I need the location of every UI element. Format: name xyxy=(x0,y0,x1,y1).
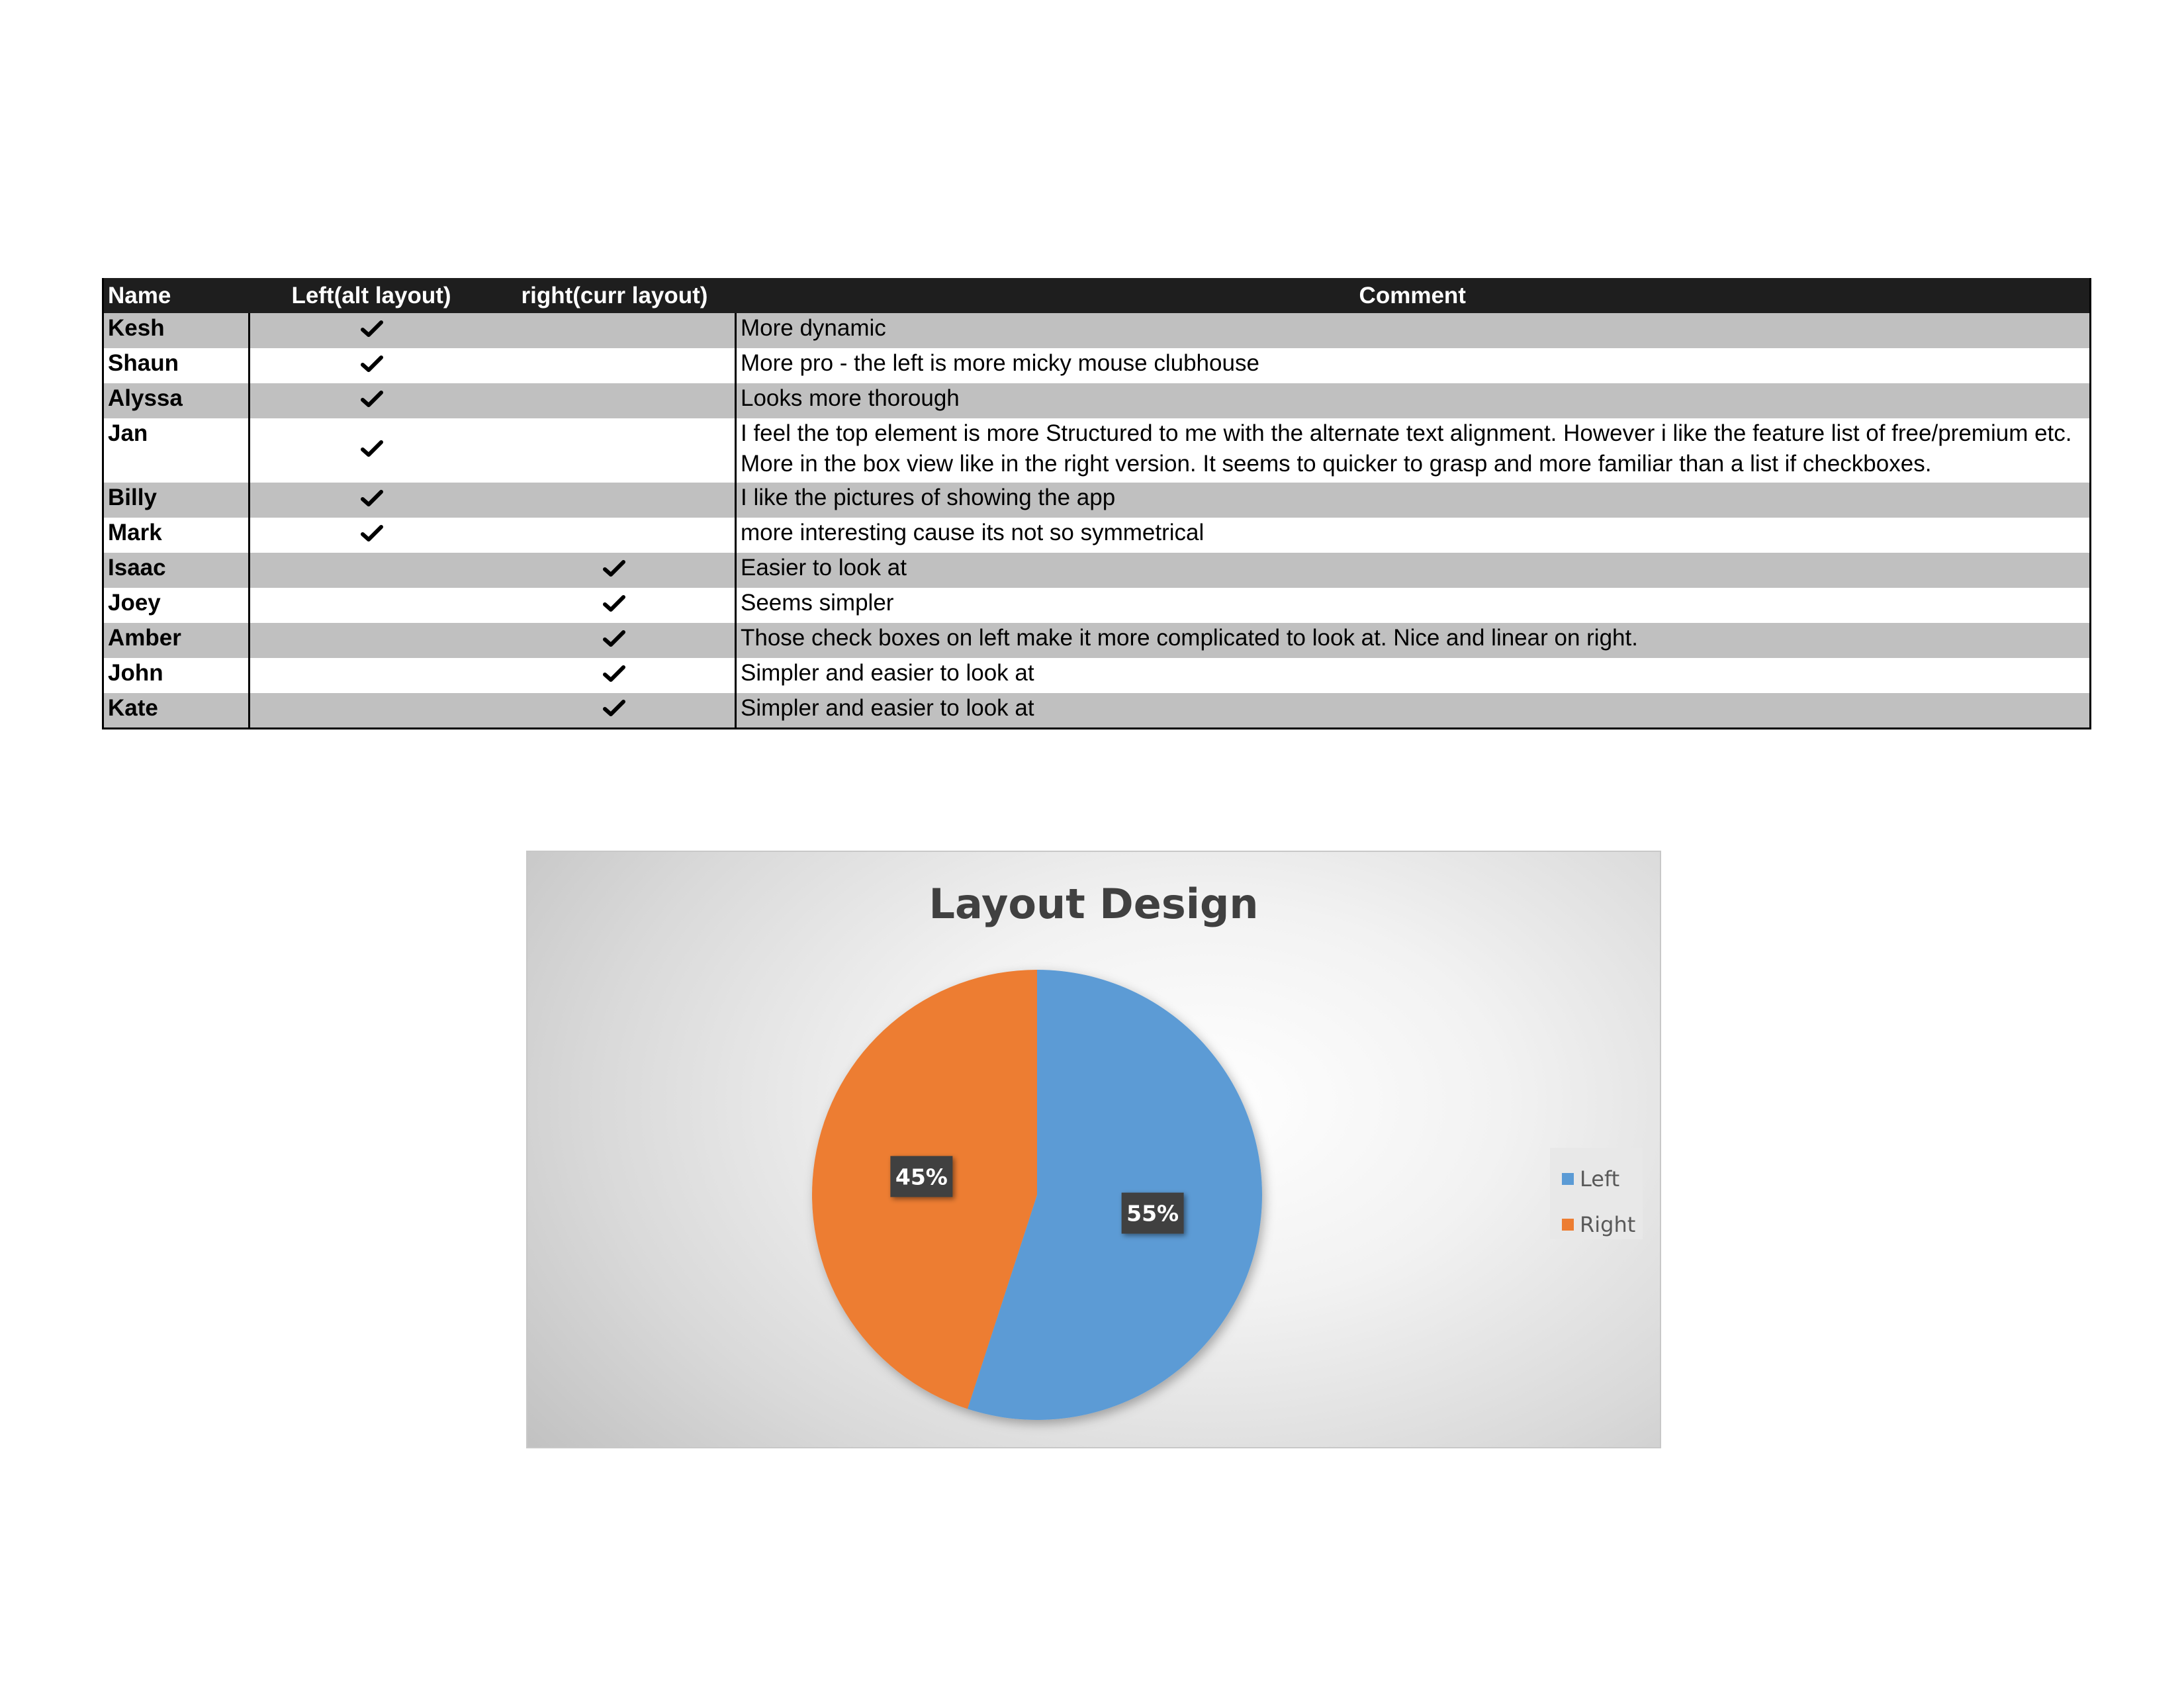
checkmark-icon xyxy=(602,700,625,717)
header-name: Name xyxy=(108,282,171,308)
pie-svg: 55% 45% xyxy=(812,970,1262,1420)
comment-cell: Simpler and easier to look at xyxy=(741,695,1034,721)
right-layout-vote xyxy=(493,518,737,553)
left-layout-vote xyxy=(250,418,494,483)
table-row: Kate Simpler and easier to look at xyxy=(103,693,2091,728)
table-row: Kesh More dynamic xyxy=(103,313,2091,348)
left-layout-vote xyxy=(250,588,494,623)
respondent-name: Mark xyxy=(103,518,250,553)
pie-chart: Layout Design 55% 45% Left Right xyxy=(526,851,1661,1448)
right-layout-vote xyxy=(493,483,737,518)
data-label-right: 45% xyxy=(890,1156,953,1197)
checkmark-icon xyxy=(602,560,625,577)
table-row: John Simpler and easier to look at xyxy=(103,658,2091,693)
checkmark-icon xyxy=(360,355,383,372)
right-layout-vote xyxy=(493,623,737,658)
comment-cell: More pro - the left is more micky mouse … xyxy=(741,350,1259,376)
comment-cell: Simpler and easier to look at xyxy=(741,660,1034,686)
table-body: Kesh More dynamic Shaun More pro - the left… xyxy=(103,313,2091,728)
respondent-name: Alyssa xyxy=(103,383,250,418)
respondent-name: Shaun xyxy=(103,348,250,383)
comment-cell: Seems simpler xyxy=(741,590,894,616)
respondent-name: Joey xyxy=(103,588,250,623)
comment-cell: I feel the top element is more Structure… xyxy=(741,420,2072,477)
legend-item-right: Right xyxy=(1562,1212,1635,1237)
comment-cell: Easier to look at xyxy=(741,555,907,581)
respondent-name: Amber xyxy=(103,623,250,658)
checkmark-icon xyxy=(360,440,383,457)
right-layout-vote xyxy=(493,313,737,348)
checkmark-icon xyxy=(602,630,625,647)
right-layout-vote xyxy=(493,348,737,383)
respondent-name: Kate xyxy=(103,693,250,728)
left-layout-vote xyxy=(250,483,494,518)
table-row: Amber Those check boxes on left make it m… xyxy=(103,623,2091,658)
respondent-name: Jan xyxy=(103,418,250,483)
table-row: Isaac Easier to look at xyxy=(103,553,2091,588)
right-layout-vote xyxy=(493,588,737,623)
left-layout-vote xyxy=(250,383,494,418)
svg-text:45%: 45% xyxy=(895,1164,948,1190)
comment-cell: more interesting cause its not so symmet… xyxy=(741,520,1205,545)
respondent-name: Isaac xyxy=(103,553,250,588)
table-row: Joey Seems simpler xyxy=(103,588,2091,623)
legend-label: Left xyxy=(1580,1166,1620,1192)
checkmark-icon xyxy=(602,595,625,612)
right-layout-vote xyxy=(493,693,737,728)
comment-cell: I like the pictures of showing the app xyxy=(741,485,1116,510)
checkmark-icon xyxy=(602,665,625,682)
svg-text:55%: 55% xyxy=(1126,1201,1179,1227)
respondent-name: John xyxy=(103,658,250,693)
checkmark-icon xyxy=(360,391,383,407)
legend-label: Right xyxy=(1580,1212,1636,1237)
right-layout-vote xyxy=(493,553,737,588)
respondent-name: Kesh xyxy=(103,313,250,348)
legend-swatch xyxy=(1562,1173,1574,1185)
table-row: Billy I like the pictures of showing the … xyxy=(103,483,2091,518)
comment-cell: More dynamic xyxy=(741,315,886,341)
legend-item-left: Left xyxy=(1562,1166,1619,1192)
comment-cell: Those check boxes on left make it more c… xyxy=(741,625,1638,651)
left-layout-vote xyxy=(250,658,494,693)
left-layout-vote xyxy=(250,553,494,588)
checkmark-icon xyxy=(360,525,383,541)
checkmark-icon xyxy=(360,320,383,337)
data-label-left: 55% xyxy=(1121,1192,1184,1234)
header-left-layout: Left(alt layout) xyxy=(291,282,451,308)
legend-swatch xyxy=(1562,1219,1574,1231)
left-layout-vote xyxy=(250,518,494,553)
left-layout-vote xyxy=(250,693,494,728)
table-row: Mark more interesting cause its not so sy… xyxy=(103,518,2091,553)
comment-cell: Looks more thorough xyxy=(741,385,960,411)
right-layout-vote xyxy=(493,658,737,693)
left-layout-vote xyxy=(250,313,494,348)
table-row: Shaun More pro - the left is more micky m… xyxy=(103,348,2091,383)
left-layout-vote xyxy=(250,348,494,383)
left-layout-vote xyxy=(250,623,494,658)
checkmark-icon xyxy=(360,490,383,506)
table-header-row: Name Left(alt layout) right(curr layout)… xyxy=(103,278,2091,313)
header-right-layout: right(curr layout) xyxy=(521,282,708,308)
right-layout-vote xyxy=(493,383,737,418)
survey-table: Name Left(alt layout) right(curr layout)… xyxy=(102,278,2091,729)
header-comment: Comment xyxy=(1359,282,1466,308)
right-layout-vote xyxy=(493,418,737,483)
table-row: Jan I feel the top element is more Struct… xyxy=(103,418,2091,483)
chart-legend: Left Right xyxy=(1550,1148,1643,1239)
respondent-name: Billy xyxy=(103,483,250,518)
table-row: Alyssa Looks more thorough xyxy=(103,383,2091,418)
